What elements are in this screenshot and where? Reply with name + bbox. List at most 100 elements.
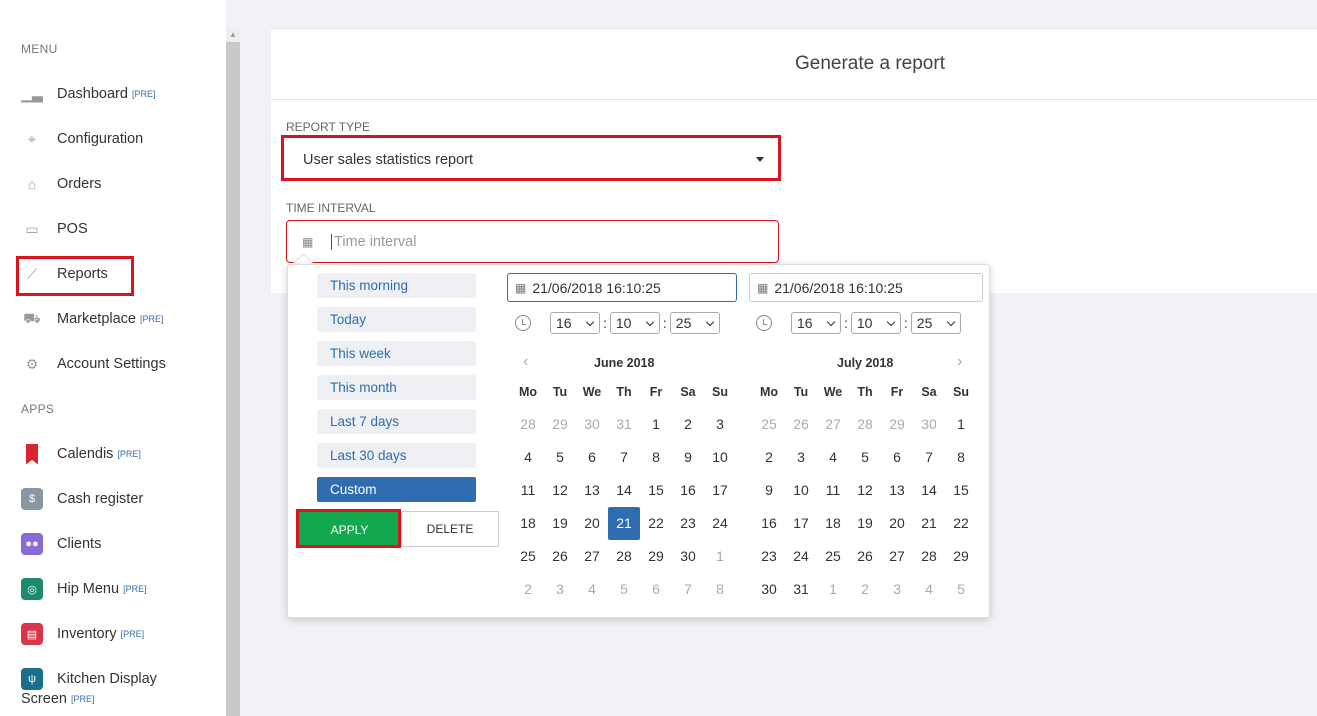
sidebar-app-clients[interactable]: ●● Clients [21,531,101,557]
sidebar-app-cash-register[interactable]: $ Cash register [21,486,143,512]
calendar-day[interactable]: 30 [576,408,608,441]
calendar-day[interactable]: 5 [945,573,977,606]
calendar-day[interactable]: 24 [704,507,736,540]
calendar-day[interactable]: 29 [881,408,913,441]
calendar-day[interactable]: 30 [753,573,785,606]
calendar-day[interactable]: 3 [544,573,576,606]
prev-month-icon[interactable]: ‹ [523,353,528,371]
calendar-day[interactable]: 5 [544,441,576,474]
calendar-day[interactable]: 22 [945,507,977,540]
range-custom[interactable]: Custom [317,477,476,502]
sidebar-app-inventory[interactable]: ▤ Inventory [PRE] [21,621,144,647]
calendar-day[interactable]: 13 [881,474,913,507]
calendar-day[interactable]: 26 [785,408,817,441]
calendar-day[interactable]: 1 [640,408,672,441]
calendar-day[interactable]: 1 [817,573,849,606]
calendar-day[interactable]: 15 [640,474,672,507]
calendar-day[interactable]: 22 [640,507,672,540]
calendar-day[interactable]: 8 [704,573,736,606]
calendar-day[interactable]: 26 [849,540,881,573]
delete-button[interactable]: DELETE [401,511,499,547]
calendar-day[interactable]: 17 [704,474,736,507]
calendar-day[interactable]: 9 [753,474,785,507]
calendar-day[interactable]: 24 [785,540,817,573]
calendar-day[interactable]: 27 [576,540,608,573]
calendar-day[interactable]: 4 [913,573,945,606]
calendar-day[interactable]: 3 [785,441,817,474]
calendar-day[interactable]: 4 [817,441,849,474]
start-hour-select[interactable]: 16 [550,312,600,334]
calendar-day[interactable]: 2 [672,408,704,441]
range-this-week[interactable]: This week [317,341,476,366]
calendar-day[interactable]: 19 [544,507,576,540]
sidebar-item-account-settings[interactable]: ⚙ Account Settings [21,351,166,377]
end-second-select[interactable]: 25 [910,312,961,334]
calendar-day[interactable]: 23 [672,507,704,540]
end-minute-select[interactable]: 10 [850,312,901,334]
calendar-day[interactable]: 9 [672,441,704,474]
calendar-day[interactable]: 1 [704,540,736,573]
calendar-day[interactable]: 10 [704,441,736,474]
calendar-day[interactable]: 28 [608,540,640,573]
calendar-day[interactable]: 29 [640,540,672,573]
range-last-30-days[interactable]: Last 30 days [317,443,476,468]
sidebar-scrollbar[interactable] [226,28,240,716]
calendar-day[interactable]: 20 [881,507,913,540]
calendar-day[interactable]: 8 [945,441,977,474]
calendar-day[interactable]: 7 [913,441,945,474]
calendar-day[interactable]: 20 [576,507,608,540]
calendar-day[interactable]: 5 [849,441,881,474]
calendar-day[interactable]: 6 [881,441,913,474]
range-today[interactable]: Today [317,307,476,332]
calendar-day[interactable]: 28 [849,408,881,441]
calendar-day[interactable]: 2 [753,441,785,474]
calendar-day[interactable]: 18 [817,507,849,540]
calendar-day[interactable]: 3 [881,573,913,606]
range-last-7-days[interactable]: Last 7 days [317,409,476,434]
calendar-day[interactable]: 26 [544,540,576,573]
calendar-day[interactable]: 13 [576,474,608,507]
sidebar-app-hip-menu[interactable]: ◎ Hip Menu [PRE] [21,576,147,602]
calendar-day[interactable]: 28 [512,408,544,441]
calendar-day[interactable]: 29 [544,408,576,441]
calendar-day[interactable]: 18 [512,507,544,540]
calendar-day[interactable]: 27 [817,408,849,441]
calendar-day[interactable]: 11 [817,474,849,507]
calendar-day[interactable]: 10 [785,474,817,507]
calendar-day[interactable]: 6 [576,441,608,474]
calendar-day[interactable]: 12 [849,474,881,507]
calendar-day[interactable]: 25 [512,540,544,573]
calendar-day[interactable]: 1 [945,408,977,441]
start-datetime-input[interactable]: ▦ 21/06/2018 16:10:25 [507,273,737,302]
sidebar-item-marketplace[interactable]: ⛟ Marketplace [PRE] [21,306,163,332]
calendar-day[interactable]: 29 [945,540,977,573]
range-this-month[interactable]: This month [317,375,476,400]
calendar-day[interactable]: 2 [512,573,544,606]
calendar-day[interactable]: 14 [913,474,945,507]
calendar-day[interactable]: 19 [849,507,881,540]
end-datetime-input[interactable]: ▦ 21/06/2018 16:10:25 [749,273,983,302]
calendar-day[interactable]: 7 [672,573,704,606]
calendar-day[interactable]: 25 [753,408,785,441]
calendar-day[interactable]: 2 [849,573,881,606]
calendar-day[interactable]: 17 [785,507,817,540]
time-interval-field[interactable]: ▦ [286,220,779,263]
end-hour-select[interactable]: 16 [791,312,841,334]
calendar-day[interactable]: 6 [640,573,672,606]
calendar-day[interactable]: 30 [672,540,704,573]
calendar-day[interactable]: 16 [672,474,704,507]
sidebar-item-orders[interactable]: ⌂ Orders [21,171,102,197]
scroll-up-icon[interactable]: ▲ [226,28,240,42]
sidebar-app-label-line2[interactable]: Screen [PRE] [21,689,94,709]
calendar-day[interactable]: 25 [817,540,849,573]
time-interval-input[interactable] [331,233,731,250]
calendar-day[interactable]: 4 [512,441,544,474]
calendar-day[interactable]: 16 [753,507,785,540]
calendar-day[interactable]: 8 [640,441,672,474]
calendar-day[interactable]: 30 [913,408,945,441]
calendar-day[interactable]: 23 [753,540,785,573]
calendar-day[interactable]: 21 [913,507,945,540]
next-month-icon[interactable]: › [957,353,962,371]
range-this-morning[interactable]: This morning [317,273,476,298]
sidebar-item-dashboard[interactable]: ▁▃ Dashboard [PRE] [21,81,155,107]
